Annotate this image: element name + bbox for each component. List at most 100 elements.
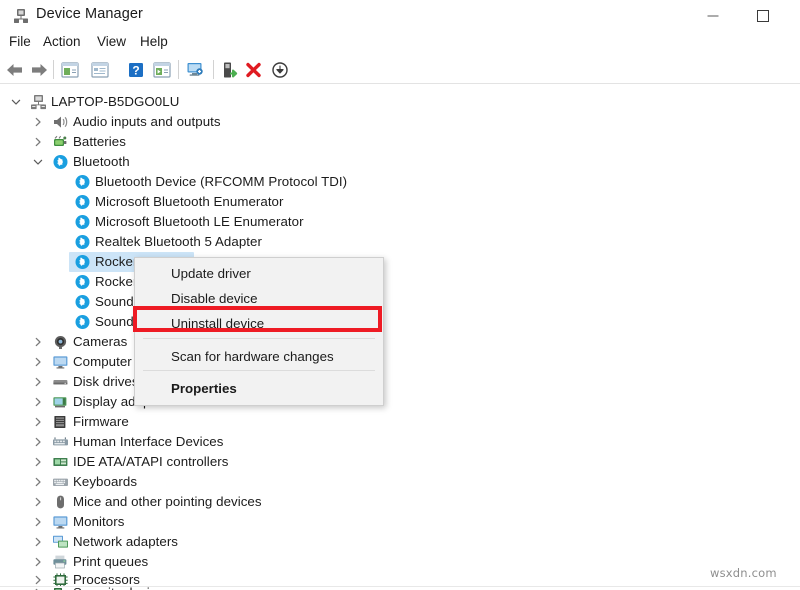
tree-row[interactable]: Mice and other pointing devices bbox=[0, 492, 800, 512]
tree-row[interactable]: Sound Device bbox=[0, 292, 800, 312]
ctx-properties[interactable]: Properties bbox=[135, 376, 383, 401]
ide-controller-icon bbox=[52, 454, 69, 470]
tree-row-label: Realtek Bluetooth 5 Adapter bbox=[95, 233, 262, 251]
menu-view[interactable]: View bbox=[97, 34, 126, 49]
disable-device-icon[interactable] bbox=[269, 59, 291, 81]
tree-row[interactable]: Audio inputs and outputs bbox=[0, 112, 800, 132]
minimize-button[interactable] bbox=[690, 0, 736, 31]
tree-row[interactable]: Disk drives bbox=[0, 372, 800, 392]
chevron-right-icon[interactable] bbox=[32, 456, 44, 468]
chevron-right-icon[interactable] bbox=[32, 356, 44, 368]
monitor-icon bbox=[52, 354, 69, 370]
bluetooth-icon bbox=[74, 174, 91, 190]
back-icon[interactable] bbox=[4, 59, 26, 81]
tree-row-label: Network adapters bbox=[73, 533, 178, 551]
chevron-right-icon[interactable] bbox=[32, 376, 44, 388]
title-bar: Device Manager bbox=[0, 0, 800, 32]
bluetooth-icon bbox=[74, 234, 91, 250]
bluetooth-icon bbox=[74, 314, 91, 330]
properties-icon[interactable] bbox=[89, 59, 111, 81]
forward-icon[interactable] bbox=[28, 59, 50, 81]
tree-row[interactable]: Display adapters bbox=[0, 392, 800, 412]
tree-row[interactable]: Network adapters bbox=[0, 532, 800, 552]
chevron-right-icon[interactable] bbox=[32, 516, 44, 528]
chevron-right-icon[interactable] bbox=[32, 536, 44, 548]
tree-row[interactable]: Realtek Bluetooth 5 Adapter bbox=[0, 232, 800, 252]
maximize-icon bbox=[757, 10, 769, 22]
tree-row[interactable]: LAPTOP-B5DGO0LU bbox=[0, 92, 800, 112]
toolbar-divider bbox=[0, 83, 800, 84]
chevron-down-icon[interactable] bbox=[32, 156, 44, 168]
maximize-button[interactable] bbox=[740, 0, 786, 31]
tree-row-label: Firmware bbox=[73, 413, 129, 431]
monitor-icon bbox=[52, 514, 69, 530]
menu-action[interactable]: Action bbox=[43, 34, 81, 49]
tree-row-label: Keyboards bbox=[73, 473, 137, 491]
uninstall-device-icon[interactable] bbox=[243, 59, 265, 81]
ctx-scan-for-hardware-changes[interactable]: Scan for hardware changes bbox=[135, 344, 383, 369]
tree-row[interactable]: Human Interface Devices bbox=[0, 432, 800, 452]
tree-row[interactable]: Batteries bbox=[0, 132, 800, 152]
menu-help[interactable]: Help bbox=[140, 34, 168, 49]
tree-row[interactable]: Keyboards bbox=[0, 472, 800, 492]
tree-row-label: Human Interface Devices bbox=[73, 433, 223, 451]
toolbar-separator-3 bbox=[213, 60, 214, 79]
toolbar: ? bbox=[0, 57, 800, 83]
update-driver-icon[interactable] bbox=[151, 59, 173, 81]
chevron-down-icon[interactable] bbox=[10, 96, 22, 108]
help-icon[interactable]: ? bbox=[125, 59, 147, 81]
bottom-divider bbox=[0, 586, 800, 587]
chevron-right-icon[interactable] bbox=[32, 436, 44, 448]
toolbar-separator-2 bbox=[178, 60, 179, 79]
tree-row[interactable]: Rockerz 255 Pro+ bbox=[0, 252, 800, 272]
bluetooth-icon bbox=[52, 154, 69, 170]
tree-row-label: Monitors bbox=[73, 513, 124, 531]
bluetooth-icon bbox=[74, 294, 91, 310]
tree-row[interactable]: Microsoft Bluetooth LE Enumerator bbox=[0, 212, 800, 232]
chevron-right-icon[interactable] bbox=[32, 416, 44, 428]
tree-row[interactable]: Firmware bbox=[0, 412, 800, 432]
chevron-right-icon[interactable] bbox=[32, 476, 44, 488]
tree-row-label: Security devices bbox=[73, 584, 171, 590]
tree-row[interactable]: Microsoft Bluetooth Enumerator bbox=[0, 192, 800, 212]
tree-row-label: Bluetooth Device (RFCOMM Protocol TDI) bbox=[95, 173, 347, 191]
device-manager-window: Device Manager File Action View Help ? L… bbox=[0, 0, 800, 590]
chevron-right-icon[interactable] bbox=[32, 396, 44, 408]
chevron-right-icon[interactable] bbox=[32, 336, 44, 348]
menu-bar: File Action View Help bbox=[0, 34, 800, 56]
bluetooth-icon bbox=[74, 214, 91, 230]
ctx-update-driver[interactable]: Update driver bbox=[135, 261, 383, 286]
tree-row[interactable]: Computer bbox=[0, 352, 800, 372]
bluetooth-icon bbox=[74, 274, 91, 290]
chevron-right-icon[interactable] bbox=[32, 116, 44, 128]
menu-file[interactable]: File bbox=[9, 34, 31, 49]
chevron-right-icon[interactable] bbox=[32, 136, 44, 148]
printer-icon bbox=[52, 554, 69, 570]
tree-row-label: Audio inputs and outputs bbox=[73, 113, 221, 131]
window-title: Device Manager bbox=[36, 6, 143, 22]
scan-for-hardware-changes-icon[interactable] bbox=[184, 59, 206, 81]
tree-row[interactable]: IDE ATA/ATAPI controllers bbox=[0, 452, 800, 472]
enable-device-icon[interactable] bbox=[219, 59, 241, 81]
tree-row-label: Mice and other pointing devices bbox=[73, 493, 262, 511]
battery-icon bbox=[52, 134, 69, 150]
chevron-right-icon[interactable] bbox=[32, 496, 44, 508]
tree-row[interactable]: Cameras bbox=[0, 332, 800, 352]
svg-text:?: ? bbox=[132, 64, 139, 78]
tree-row[interactable]: Bluetooth Device (RFCOMM Protocol TDI) bbox=[0, 172, 800, 192]
uninstall-device-highlight-annotation bbox=[133, 306, 382, 332]
tree-row-label: Print queues bbox=[73, 553, 148, 571]
camera-icon bbox=[52, 334, 69, 350]
tree-row-label: Computer bbox=[73, 353, 132, 371]
speaker-icon bbox=[52, 114, 69, 130]
show-hide-console-tree-icon[interactable] bbox=[59, 59, 81, 81]
tree-row[interactable]: Print queues bbox=[0, 552, 800, 572]
device-tree[interactable]: LAPTOP-B5DGO0LUAudio inputs and outputsB… bbox=[0, 88, 800, 590]
tree-row[interactable]: Sound Device bbox=[0, 312, 800, 332]
tree-row[interactable]: Monitors bbox=[0, 512, 800, 532]
bluetooth-icon bbox=[74, 194, 91, 210]
disk-drive-icon bbox=[52, 374, 69, 390]
tree-row[interactable]: Bluetooth bbox=[0, 152, 800, 172]
tree-row[interactable]: Rockerz 255 Pro+ bbox=[0, 272, 800, 292]
chevron-right-icon[interactable] bbox=[32, 556, 44, 568]
